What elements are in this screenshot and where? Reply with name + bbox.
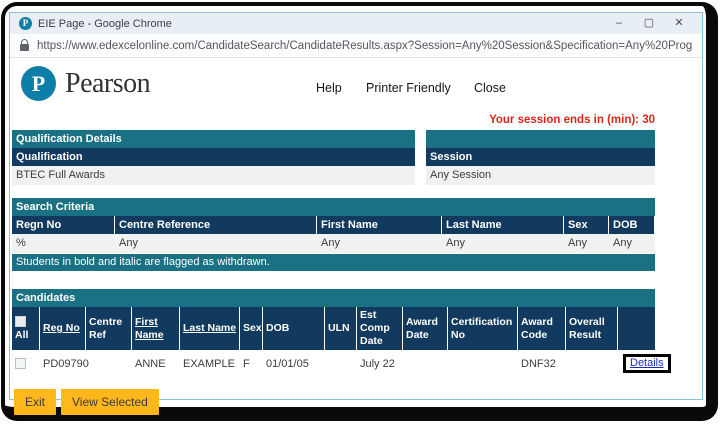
certification-no-cell [448, 350, 518, 377]
reg-no-cell: PD09790 [40, 350, 86, 377]
sex-cell: F [240, 350, 263, 377]
qualification-details-table: Qualification Details Qualification Sess… [12, 130, 655, 185]
window-title: EIE Page - Google Chrome [38, 18, 598, 30]
session-value: Any Session [426, 166, 655, 185]
sex-value: Any [564, 234, 609, 253]
centre-reference-header: Centre Reference [115, 216, 317, 234]
award-code-header: Award Code [518, 307, 566, 350]
qualification-details-title-spacer [426, 130, 655, 148]
candidates-header-row: All Reg No Centre Ref First Name Last Na… [12, 307, 655, 350]
select-all-cell: All [12, 307, 40, 350]
brand-bar: P Pearson Help Printer Friendly Close [10, 65, 702, 113]
session-timeout-notice: Your session ends in (min): 30 [12, 114, 655, 126]
select-all-label: All [15, 329, 28, 342]
regn-no-value: % [12, 234, 115, 253]
close-window-button[interactable]: ✕ [664, 13, 694, 34]
last-name-value: Any [442, 234, 564, 253]
award-date-cell [403, 350, 448, 377]
browser-window: P EIE Page - Google Chrome – ▢ ✕ https:/… [9, 12, 703, 400]
dob-header: DOB [609, 216, 655, 234]
overall-result-cell [566, 350, 618, 377]
nav-close-link[interactable]: Close [474, 81, 506, 95]
candidates-title: Candidates [12, 289, 655, 307]
view-selected-button[interactable]: View Selected [61, 389, 159, 415]
centre-ref-cell [86, 350, 132, 377]
last-name-cell: EXAMPLE [180, 350, 240, 377]
last-name-header: Last Name [442, 216, 564, 234]
pearson-wordmark: Pearson [65, 68, 150, 100]
maximize-button[interactable]: ▢ [634, 13, 664, 34]
nav-printer-friendly-link[interactable]: Printer Friendly [366, 81, 451, 95]
pearson-logo-icon: P [21, 66, 56, 101]
first-name-value: Any [317, 234, 442, 253]
sex-header: Sex [564, 216, 609, 234]
est-comp-date-cell: July 22 [357, 350, 403, 377]
qualification-value: BTEC Full Awards [12, 166, 415, 185]
dob-value: Any [609, 234, 655, 253]
details-cell: Details [618, 350, 655, 377]
page-content: P Pearson Help Printer Friendly Close Yo… [10, 65, 702, 408]
qualification-column-header: Qualification [12, 148, 415, 166]
row-checkbox-cell [12, 350, 40, 377]
withdrawn-note: Students in bold and italic are flagged … [12, 254, 655, 271]
est-comp-date-header: Est Comp Date [357, 307, 403, 350]
details-column-header [618, 307, 655, 350]
pearson-logo: P Pearson [21, 66, 150, 101]
dob-header: DOB [263, 307, 325, 350]
overall-result-header: Overall Result [566, 307, 618, 350]
action-buttons: Exit View Selected [14, 389, 656, 415]
last-name-header[interactable]: Last Name [180, 307, 240, 350]
secure-lock-icon [20, 44, 29, 51]
window-controls: – ▢ ✕ [604, 13, 694, 34]
centre-ref-header: Centre Ref [86, 307, 132, 350]
award-code-cell: DNF32 [518, 350, 566, 377]
select-all-checkbox[interactable] [15, 316, 26, 327]
candidate-row: PD09790 ANNE EXAMPLE F 01/01/05 July 22 … [12, 350, 655, 377]
award-date-header: Award Date [403, 307, 448, 350]
sex-header: Sex [240, 307, 263, 350]
uln-header: ULN [325, 307, 357, 350]
main-content: Your session ends in (min): 30 Qualifica… [10, 114, 656, 415]
first-name-cell: ANNE [132, 350, 180, 377]
address-bar[interactable]: https://www.edexcelonline.com/CandidateS… [10, 34, 702, 58]
first-name-header[interactable]: First Name [132, 307, 180, 350]
title-bar: P EIE Page - Google Chrome – ▢ ✕ [10, 13, 702, 34]
uln-cell [325, 350, 357, 377]
pearson-favicon-icon: P [19, 17, 32, 30]
details-highlight-box: Details [623, 354, 671, 373]
url-text[interactable]: https://www.edexcelonline.com/CandidateS… [37, 40, 692, 52]
exit-button[interactable]: Exit [14, 389, 56, 415]
first-name-header: First Name [317, 216, 442, 234]
search-criteria-title: Search Criteria [12, 198, 655, 216]
details-link[interactable]: Details [630, 357, 664, 369]
row-checkbox[interactable] [15, 358, 26, 369]
regn-no-header: Regn No [12, 216, 115, 234]
search-criteria-table: Regn No Centre Reference First Name Last… [12, 216, 655, 253]
nav-help-link[interactable]: Help [316, 81, 342, 95]
session-column-header: Session [426, 148, 655, 166]
certification-no-header: Certification No [448, 307, 518, 350]
dob-cell: 01/01/05 [263, 350, 325, 377]
minimize-button[interactable]: – [604, 13, 634, 34]
qualification-details-title: Qualification Details [12, 130, 415, 148]
centre-reference-value: Any [115, 234, 317, 253]
reg-no-header[interactable]: Reg No [40, 307, 86, 350]
